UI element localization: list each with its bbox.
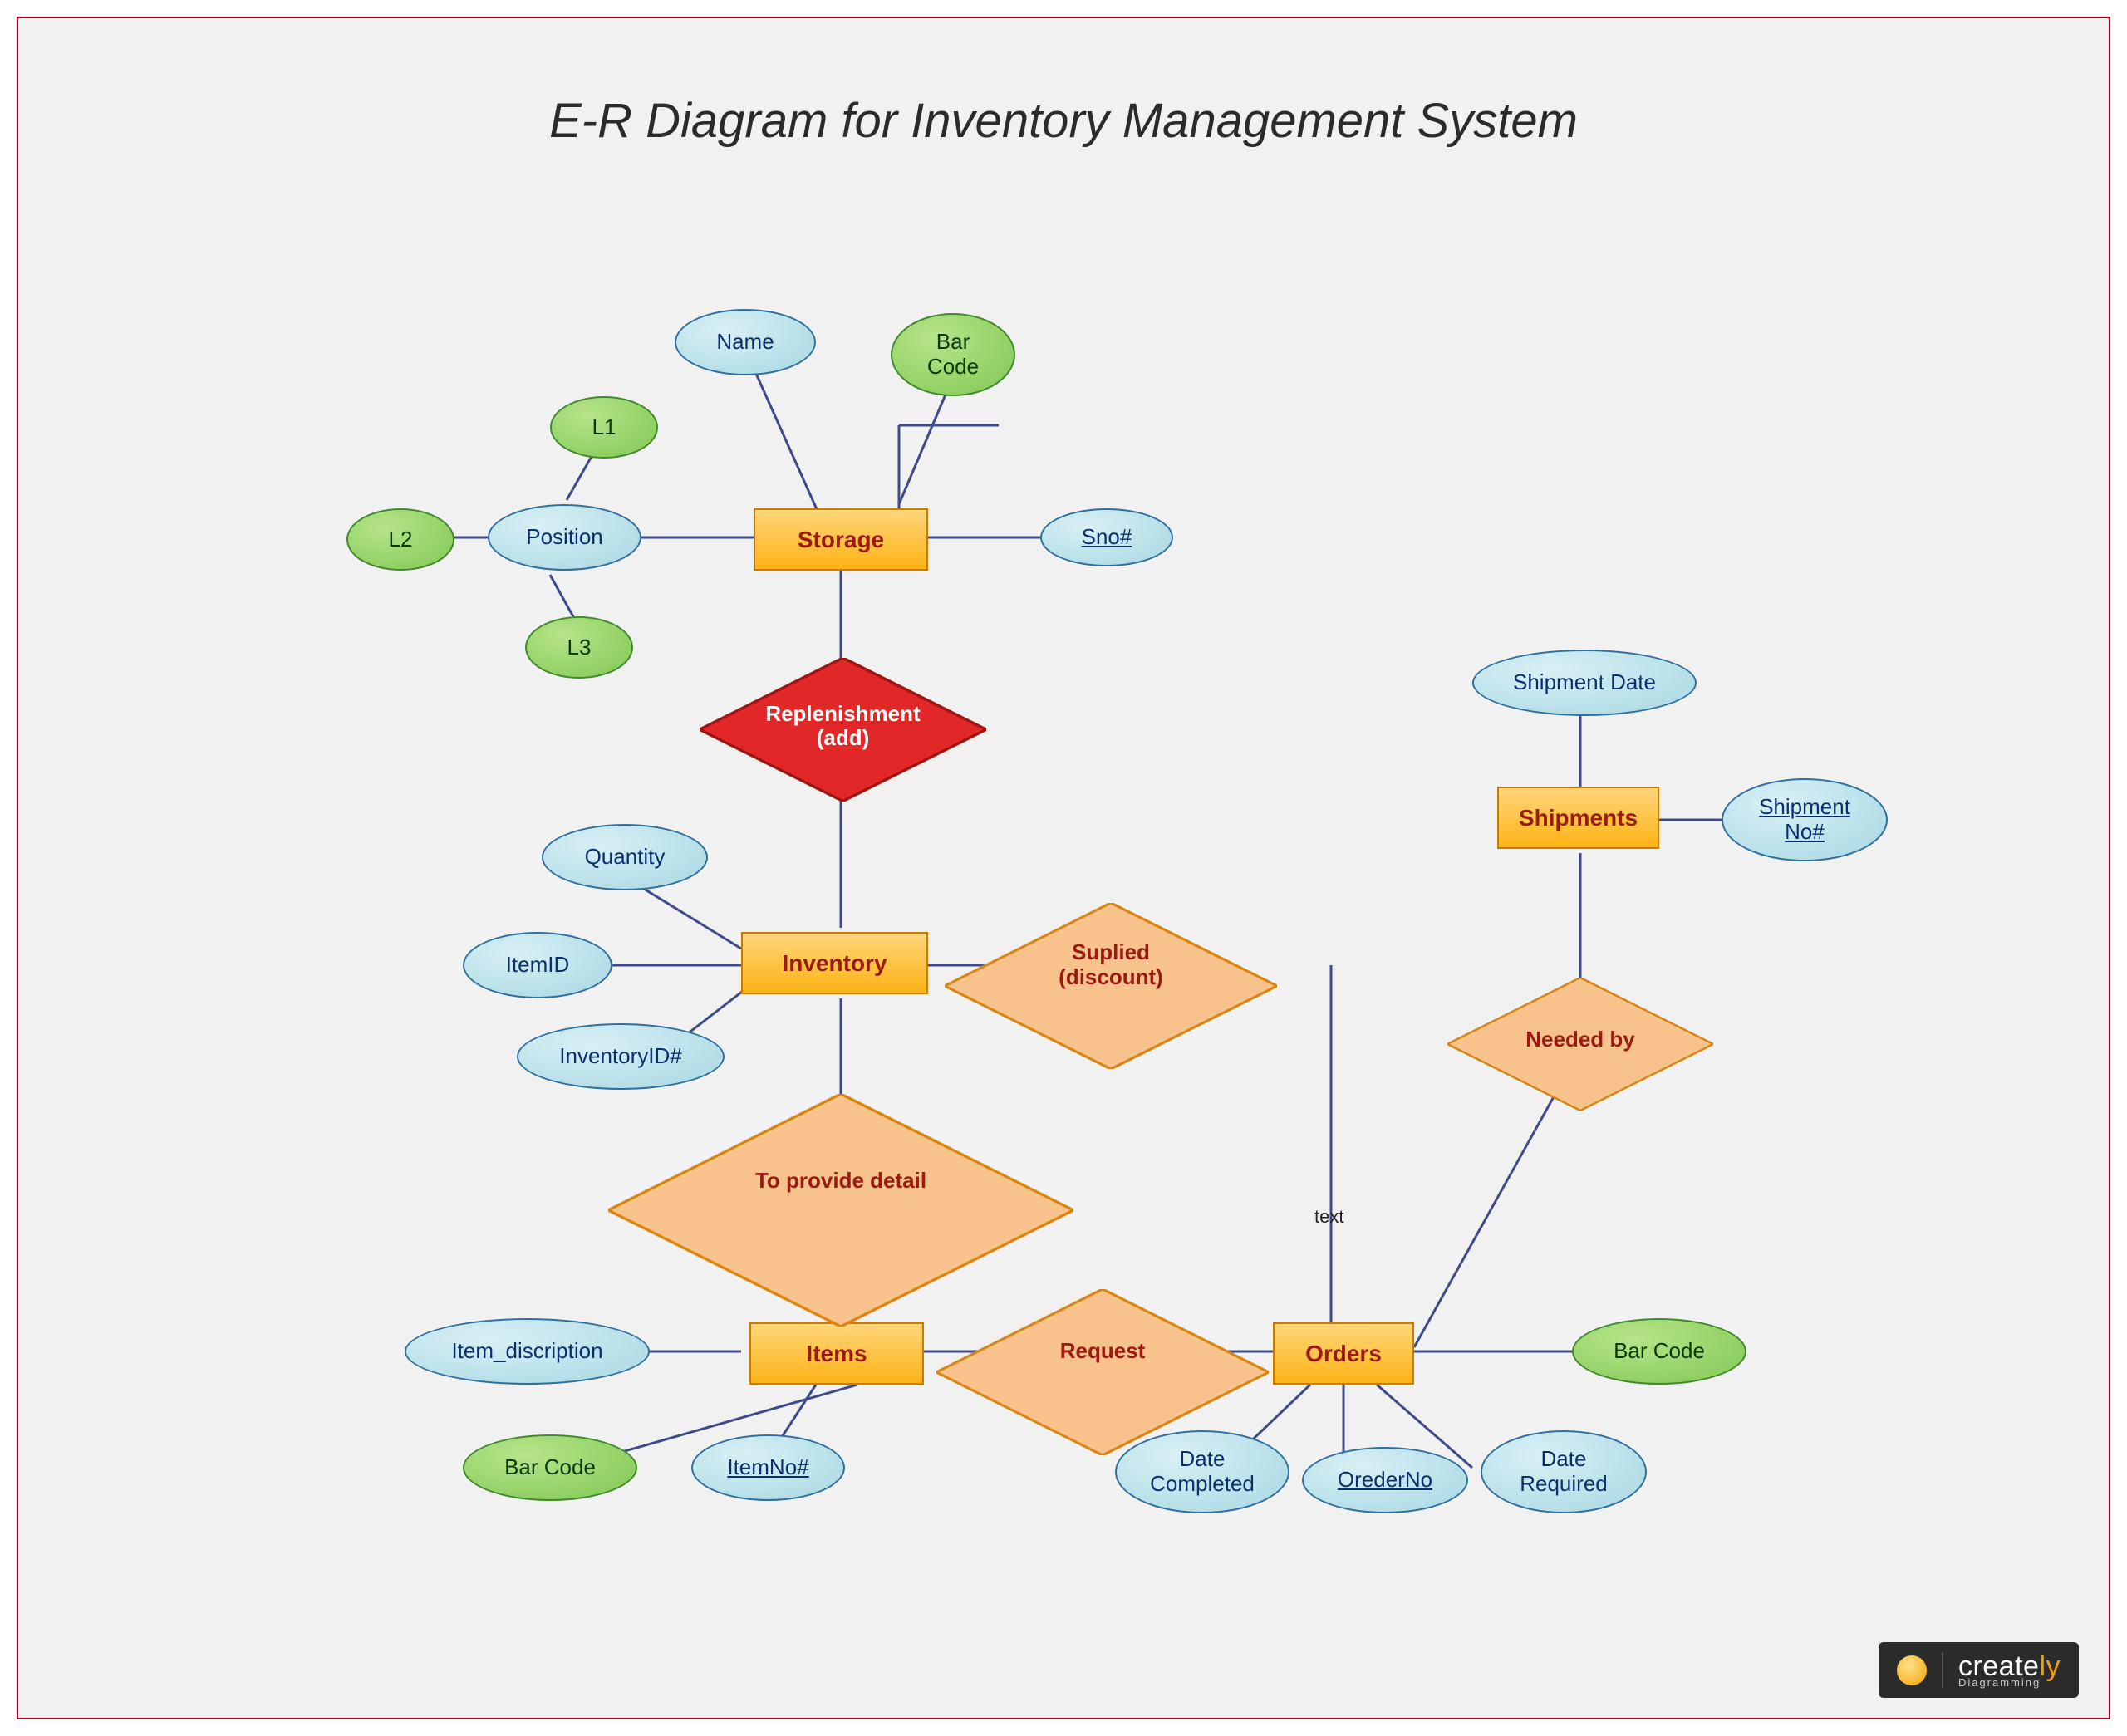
lightbulb-icon — [1897, 1655, 1927, 1685]
attr-position: Position — [488, 504, 641, 571]
rel-replenishment: Replenishment(add) — [700, 658, 986, 795]
rel-replenishment-label: Replenishment(add) — [765, 702, 920, 752]
creately-logo: creately Diagramming — [1879, 1642, 2079, 1698]
entity-inventory-label: Inventory — [782, 950, 887, 977]
rel-needed-by-label: Needed by — [1525, 1027, 1635, 1052]
diagram-frame: E-R Diagram for Inventory Management Sys… — [17, 17, 2110, 1719]
attr-barcode-orders: Bar Code — [1572, 1318, 1746, 1385]
entity-items: Items — [749, 1322, 924, 1385]
attr-barcode-items: Bar Code — [463, 1434, 637, 1501]
entity-items-label: Items — [806, 1341, 867, 1367]
connectors-svg — [18, 18, 2112, 1721]
attr-orderno: OrederNo — [1302, 1447, 1468, 1513]
label-text: text — [1314, 1206, 1343, 1228]
rel-to-provide-detail: To provide detail — [608, 1094, 1073, 1268]
attr-l2: L2 — [346, 508, 454, 571]
rel-supplied-label: Suplied(discount) — [1059, 940, 1163, 990]
attr-l3: L3 — [525, 616, 633, 679]
attr-item-description: Item_discription — [405, 1318, 650, 1385]
attr-name: Name — [675, 309, 816, 375]
entity-storage-label: Storage — [798, 527, 884, 553]
attr-date-completed: DateCompleted — [1115, 1430, 1289, 1513]
rel-needed-by: Needed by — [1447, 978, 1713, 1102]
entity-orders: Orders — [1273, 1322, 1414, 1385]
rel-request: Request — [936, 1289, 1269, 1414]
attr-barcode-storage: BarCode — [891, 313, 1015, 396]
diagram-canvas: Storage Inventory Items Orders Shipments… — [18, 18, 2109, 1718]
entity-inventory: Inventory — [741, 932, 928, 994]
entity-shipments: Shipments — [1497, 787, 1659, 849]
entity-storage: Storage — [754, 508, 928, 571]
attr-quantity: Quantity — [542, 824, 708, 890]
attr-shipment-no: ShipmentNo# — [1722, 778, 1888, 861]
attr-sno: Sno# — [1040, 508, 1173, 566]
attr-l1: L1 — [550, 396, 658, 459]
attr-inventoryid: InventoryID# — [517, 1023, 725, 1090]
entity-shipments-label: Shipments — [1519, 805, 1638, 831]
logo-subtitle: Diagramming — [1958, 1677, 2061, 1688]
rel-to-provide-detail-label: To provide detail — [755, 1169, 926, 1194]
attr-itemid: ItemID — [463, 932, 612, 998]
rel-request-label: Request — [1060, 1339, 1146, 1364]
entity-orders-label: Orders — [1305, 1341, 1382, 1367]
rel-supplied: Suplied(discount) — [945, 903, 1277, 1027]
attr-date-required: DateRequired — [1481, 1430, 1647, 1513]
attr-shipment-date: Shipment Date — [1472, 650, 1697, 716]
attr-itemno: ItemNo# — [691, 1434, 845, 1501]
